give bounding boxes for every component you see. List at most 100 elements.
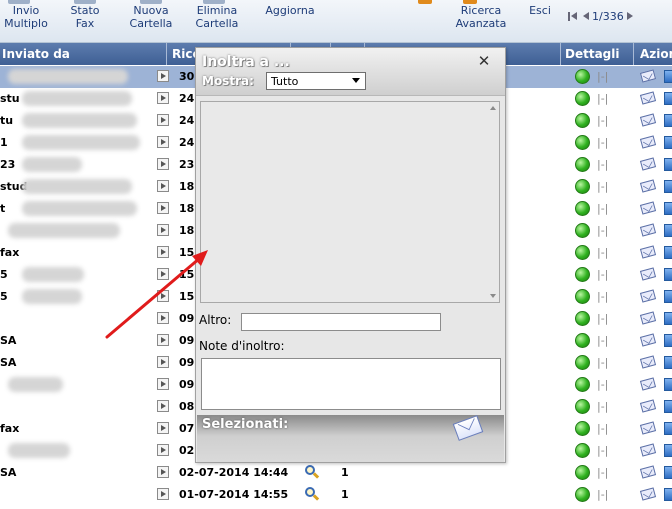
envelope-icon[interactable] <box>639 333 657 347</box>
document-icon[interactable] <box>664 334 672 347</box>
document-icon[interactable] <box>664 92 672 105</box>
expand-row-button[interactable] <box>157 488 169 500</box>
expand-row-button[interactable] <box>157 378 169 390</box>
detail-link[interactable]: |-| <box>597 356 608 369</box>
document-icon[interactable] <box>664 202 672 215</box>
envelope-icon[interactable] <box>639 113 657 127</box>
document-icon[interactable] <box>664 158 672 171</box>
expand-row-button[interactable] <box>157 444 169 456</box>
document-icon[interactable] <box>664 488 672 501</box>
scroll-up-icon[interactable] <box>490 106 496 110</box>
close-icon[interactable]: ✕ <box>476 54 492 69</box>
detail-link[interactable]: |-| <box>597 202 608 215</box>
document-icon[interactable] <box>664 290 672 303</box>
expand-row-button[interactable] <box>157 92 169 104</box>
elimina-cartella-button[interactable]: Elimina Cartella <box>192 4 242 30</box>
expand-row-button[interactable] <box>157 114 169 126</box>
document-icon[interactable] <box>664 312 672 325</box>
envelope-icon[interactable] <box>639 91 657 105</box>
expand-row-button[interactable] <box>157 466 169 478</box>
detail-link[interactable]: |-| <box>597 378 608 391</box>
detail-link[interactable]: |-| <box>597 136 608 149</box>
envelope-icon[interactable] <box>639 201 657 215</box>
detail-link[interactable]: |-| <box>597 268 608 281</box>
detail-link[interactable]: |-| <box>597 224 608 237</box>
envelope-icon[interactable] <box>639 487 657 501</box>
show-select[interactable]: Tutto <box>266 72 366 90</box>
aggiorna-button[interactable]: Aggiorna <box>262 4 318 17</box>
envelope-icon[interactable] <box>639 179 657 193</box>
detail-link[interactable]: |-| <box>597 466 608 479</box>
document-icon[interactable] <box>664 180 672 193</box>
document-icon[interactable] <box>664 378 672 391</box>
first-page-icon[interactable] <box>568 12 577 21</box>
detail-link[interactable]: |-| <box>597 400 608 413</box>
expand-row-button[interactable] <box>157 356 169 368</box>
expand-row-button[interactable] <box>157 312 169 324</box>
detail-link[interactable]: |-| <box>597 70 608 83</box>
esci-button[interactable]: Esci <box>527 4 553 17</box>
envelope-icon[interactable] <box>639 289 657 303</box>
envelope-icon[interactable] <box>639 377 657 391</box>
detail-link[interactable]: |-| <box>597 92 608 105</box>
detail-link[interactable]: |-| <box>597 334 608 347</box>
envelope-icon[interactable] <box>639 157 657 171</box>
envelope-icon[interactable] <box>639 355 657 369</box>
send-envelope-icon[interactable] <box>452 415 484 441</box>
envelope-icon[interactable] <box>639 245 657 259</box>
expand-row-button[interactable] <box>157 158 169 170</box>
scroll-down-icon[interactable] <box>490 294 496 298</box>
document-icon[interactable] <box>664 356 672 369</box>
envelope-icon[interactable] <box>639 465 657 479</box>
ricerca-avanzata-button[interactable]: Ricerca Avanzata <box>450 4 512 30</box>
expand-row-button[interactable] <box>157 224 169 236</box>
document-icon[interactable] <box>664 114 672 127</box>
expand-row-button[interactable] <box>157 246 169 258</box>
recipient-list[interactable] <box>200 101 500 303</box>
envelope-icon[interactable] <box>639 267 657 281</box>
document-icon[interactable] <box>664 466 672 479</box>
other-input[interactable] <box>241 313 441 331</box>
expand-row-button[interactable] <box>157 268 169 280</box>
document-icon[interactable] <box>664 444 672 457</box>
document-icon[interactable] <box>664 268 672 281</box>
expand-row-button[interactable] <box>157 422 169 434</box>
detail-link[interactable]: |-| <box>597 246 608 259</box>
document-icon[interactable] <box>664 400 672 413</box>
table-row[interactable]: SA 02-07-2014 14:44 1 |-| <box>0 462 672 484</box>
expand-row-button[interactable] <box>157 290 169 302</box>
detail-link[interactable]: |-| <box>597 180 608 193</box>
envelope-icon[interactable] <box>639 135 657 149</box>
nuova-cartella-button[interactable]: Nuova Cartella <box>127 4 175 30</box>
prev-page-icon[interactable] <box>580 12 589 21</box>
table-row[interactable]: 01-07-2014 14:55 1 |-| <box>0 484 672 506</box>
document-icon[interactable] <box>664 136 672 149</box>
header-from[interactable]: Inviato da <box>2 47 70 61</box>
next-page-icon[interactable] <box>626 12 636 21</box>
header-details[interactable]: Dettagli <box>565 47 620 61</box>
expand-row-button[interactable] <box>157 400 169 412</box>
stato-fax-button[interactable]: Stato Fax <box>64 4 106 30</box>
expand-row-button[interactable] <box>157 136 169 148</box>
detail-link[interactable]: |-| <box>597 290 608 303</box>
envelope-icon[interactable] <box>639 69 657 83</box>
detail-link[interactable]: |-| <box>597 114 608 127</box>
notes-textarea[interactable] <box>201 358 501 410</box>
invio-multiplo-button[interactable]: Invio Multiplo <box>4 4 48 30</box>
document-icon[interactable] <box>664 70 672 83</box>
envelope-icon[interactable] <box>639 223 657 237</box>
header-actions[interactable]: Azioni <box>640 47 672 61</box>
expand-row-button[interactable] <box>157 180 169 192</box>
expand-row-button[interactable] <box>157 334 169 346</box>
envelope-icon[interactable] <box>639 399 657 413</box>
document-icon[interactable] <box>664 224 672 237</box>
envelope-icon[interactable] <box>639 443 657 457</box>
detail-link[interactable]: |-| <box>597 444 608 457</box>
search-icon[interactable] <box>305 487 320 501</box>
search-icon[interactable] <box>305 465 320 479</box>
document-icon[interactable] <box>664 246 672 259</box>
envelope-icon[interactable] <box>639 311 657 325</box>
detail-link[interactable]: |-| <box>597 158 608 171</box>
expand-row-button[interactable] <box>157 70 169 82</box>
detail-link[interactable]: |-| <box>597 422 608 435</box>
